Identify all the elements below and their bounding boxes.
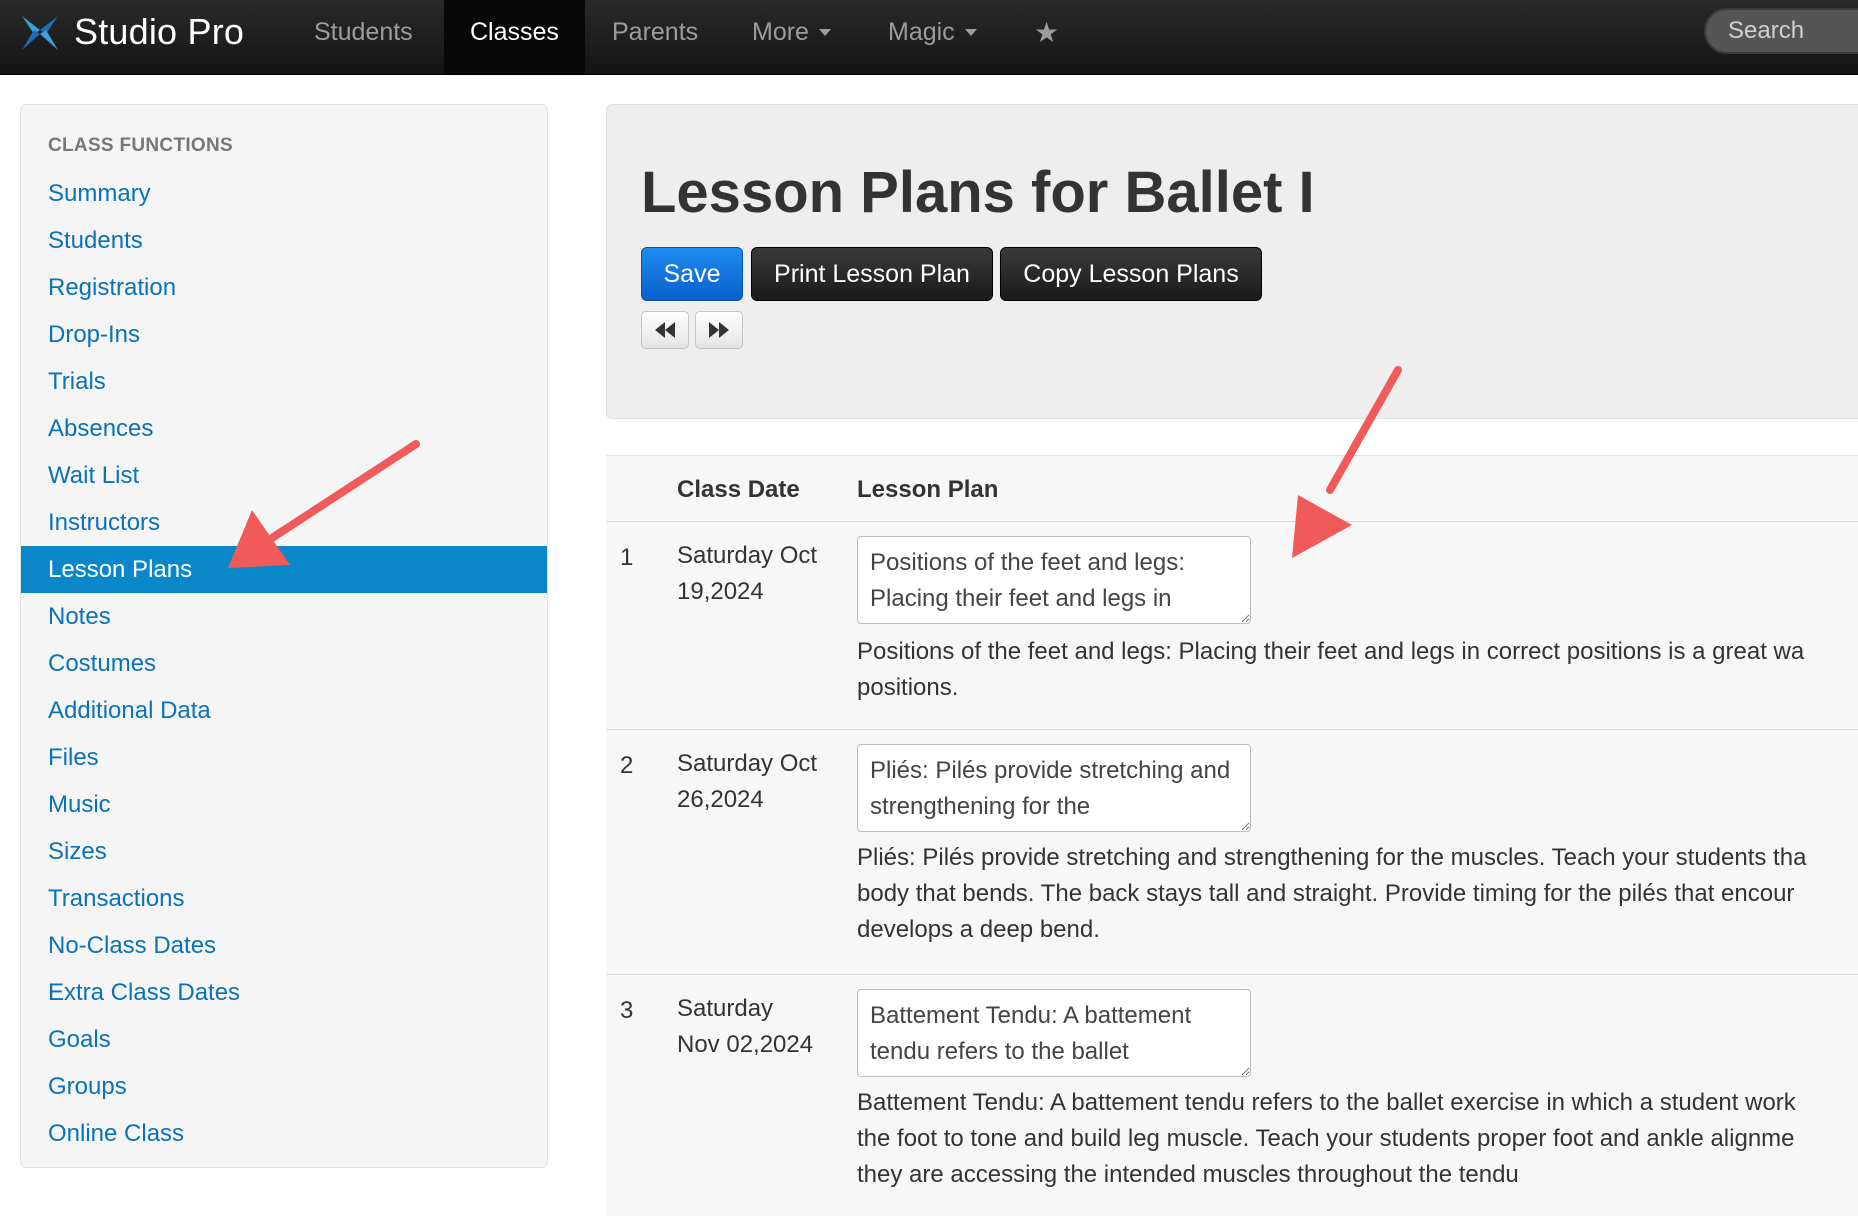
sidebar-item-sizes[interactable]: Sizes xyxy=(21,828,547,875)
sidebar-item-drop-ins[interactable]: Drop-Ins xyxy=(21,311,547,358)
row-date-line: 19,2024 xyxy=(677,578,764,605)
lesson-plan-preview: Battement Tendu: A battement tendu refer… xyxy=(857,1085,1858,1193)
row-number: 1 xyxy=(620,544,634,571)
row-class-date: Saturday Oct 26,2024 xyxy=(677,746,837,818)
sidebar-item-goals[interactable]: Goals xyxy=(21,1016,547,1063)
preview-line: Positions of the feet and legs: Placing … xyxy=(857,638,1805,665)
row-class-date: Saturday Nov 02,2024 xyxy=(677,991,837,1063)
previous-button[interactable] xyxy=(641,311,689,349)
sidebar-item-instructors[interactable]: Instructors xyxy=(21,499,547,546)
nav-label: Parents xyxy=(612,17,699,46)
lesson-plan-preview: Pliés: Pilés provide stretching and stre… xyxy=(857,840,1858,948)
sidebar-item-absences[interactable]: Absences xyxy=(21,405,547,452)
sidebar-item-costumes[interactable]: Costumes xyxy=(21,640,547,687)
lesson-plan-header-panel: Lesson Plans for Ballet I Save Print Les… xyxy=(606,104,1858,419)
sidebar-list: Summary Students Registration Drop-Ins T… xyxy=(21,170,547,1157)
search-input[interactable] xyxy=(1704,8,1858,54)
lesson-plan-textarea[interactable] xyxy=(857,744,1251,832)
column-header-class-date: Class Date xyxy=(677,476,800,503)
studio-pro-logo-icon xyxy=(22,16,58,50)
lesson-plans-table: Class Date Lesson Plan 1 Saturday Oct 19… xyxy=(606,455,1858,1216)
top-navbar: Studio Pro Students Classes Parents More… xyxy=(0,0,1858,75)
column-header-lesson-plan: Lesson Plan xyxy=(857,476,999,503)
sidebar-item-music[interactable]: Music xyxy=(21,781,547,828)
sidebar-header: CLASS FUNCTIONS xyxy=(48,135,233,156)
lesson-plan-textarea[interactable] xyxy=(857,989,1251,1077)
row-date-line: 26,2024 xyxy=(677,786,764,813)
nav-more-dropdown[interactable]: More xyxy=(752,0,831,64)
brand[interactable]: Studio Pro xyxy=(20,0,244,64)
preview-line: the foot to tone and build leg muscle. T… xyxy=(857,1125,1795,1152)
sidebar-item-additional-data[interactable]: Additional Data xyxy=(21,687,547,734)
header-divider xyxy=(606,521,1858,522)
sidebar-item-summary[interactable]: Summary xyxy=(21,170,547,217)
sidebar-item-online-class[interactable]: Online Class xyxy=(21,1110,547,1157)
double-arrow-left-icon xyxy=(655,322,675,338)
row-number: 3 xyxy=(620,997,634,1024)
sidebar-item-wait-list[interactable]: Wait List xyxy=(21,452,547,499)
nav-label: Magic xyxy=(888,17,955,46)
star-icon: ★ xyxy=(1034,16,1060,48)
row-class-date: Saturday Oct 19,2024 xyxy=(677,538,837,610)
sidebar-item-registration[interactable]: Registration xyxy=(21,264,547,311)
print-lesson-plan-button[interactable]: Print Lesson Plan xyxy=(751,247,993,301)
nav-classes[interactable]: Classes xyxy=(444,0,585,74)
sidebar-item-groups[interactable]: Groups xyxy=(21,1063,547,1110)
sidebar-item-extra-class-dates[interactable]: Extra Class Dates xyxy=(21,969,547,1016)
sidebar-item-trials[interactable]: Trials xyxy=(21,358,547,405)
double-arrow-right-icon xyxy=(709,322,729,338)
preview-line: they are accessing the intended muscles … xyxy=(857,1161,1519,1188)
preview-line: Pliés: Pilés provide stretching and stre… xyxy=(857,844,1807,871)
sidebar: CLASS FUNCTIONS Summary Students Registr… xyxy=(20,104,548,1168)
nav-magic-dropdown[interactable]: Magic xyxy=(888,0,977,64)
nav-label: Students xyxy=(314,17,413,46)
lesson-plan-preview: Positions of the feet and legs: Placing … xyxy=(857,634,1858,706)
save-button[interactable]: Save xyxy=(641,247,743,301)
nav-label: Classes xyxy=(470,17,559,46)
sidebar-item-no-class-dates[interactable]: No-Class Dates xyxy=(21,922,547,969)
preview-line: Battement Tendu: A battement tendu refer… xyxy=(857,1089,1796,1116)
next-button[interactable] xyxy=(695,311,743,349)
caret-down-icon xyxy=(818,28,831,36)
row-divider xyxy=(606,974,1858,975)
row-date-line: Saturday Oct xyxy=(677,750,818,777)
sidebar-item-students[interactable]: Students xyxy=(21,217,547,264)
sidebar-item-notes[interactable]: Notes xyxy=(21,593,547,640)
preview-line: body that bends. The back stays tall and… xyxy=(857,880,1795,907)
sidebar-item-lesson-plans[interactable]: Lesson Plans xyxy=(21,546,547,593)
copy-lesson-plans-button[interactable]: Copy Lesson Plans xyxy=(1000,247,1262,301)
nav-favorites[interactable]: ★ xyxy=(1034,0,1059,64)
nav-label: More xyxy=(752,17,809,46)
sidebar-item-files[interactable]: Files xyxy=(21,734,547,781)
preview-line: develops a deep bend. xyxy=(857,916,1100,943)
row-divider xyxy=(606,729,1858,730)
lesson-plan-textarea[interactable] xyxy=(857,536,1251,624)
row-date-line: Saturday Oct xyxy=(677,542,818,569)
caret-down-icon xyxy=(964,28,977,36)
preview-line: positions. xyxy=(857,674,959,701)
page-title: Lesson Plans for Ballet I xyxy=(641,160,1315,225)
row-date-line: Saturday xyxy=(677,995,774,1022)
nav-parents[interactable]: Parents xyxy=(612,0,698,64)
nav-students[interactable]: Students xyxy=(314,0,413,64)
row-date-line: Nov 02,2024 xyxy=(677,1031,814,1058)
sidebar-item-transactions[interactable]: Transactions xyxy=(21,875,547,922)
brand-name: Studio Pro xyxy=(74,11,245,52)
row-number: 2 xyxy=(620,752,634,779)
